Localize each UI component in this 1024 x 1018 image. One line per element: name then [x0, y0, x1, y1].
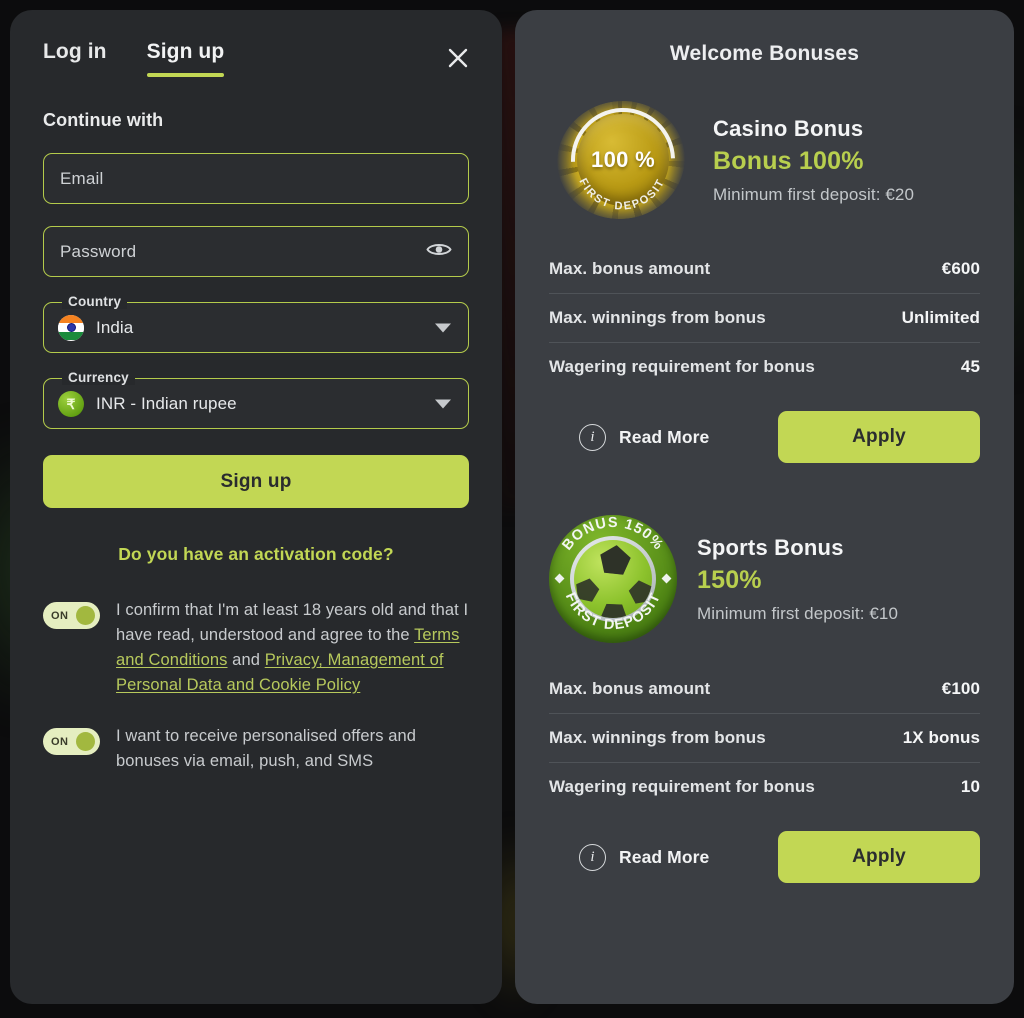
bonus-card-header: 100 % FIRST DEPOSIT Casino Bonus Bonus 1…: [548, 86, 980, 234]
chevron-down-icon[interactable]: [435, 323, 451, 332]
svg-text:FIRST DEPOSIT: FIRST DEPOSIT: [562, 590, 664, 633]
password-field[interactable]: Password: [43, 226, 469, 277]
apply-button[interactable]: Apply: [778, 831, 980, 883]
password-placeholder: Password: [60, 241, 137, 261]
bonus-card-header: BONUS 150% FIRST DEPOSIT Sports Bonus 15…: [549, 515, 980, 643]
stat-label: Max. bonus amount: [549, 679, 711, 698]
bonus-min-deposit: Minimum first deposit: €10: [697, 603, 899, 623]
bonus-card-casino: 100 % FIRST DEPOSIT Casino Bonus Bonus 1…: [548, 86, 980, 463]
toggle-knob: [76, 606, 95, 625]
stat-value: €600: [941, 259, 980, 278]
eye-icon[interactable]: [426, 240, 452, 263]
email-field[interactable]: Email: [43, 153, 469, 204]
auth-tabs: Log in Sign up: [43, 40, 469, 77]
bonus-min-deposit: Minimum first deposit: €20: [713, 184, 915, 204]
currency-value: INR - Indian rupee: [96, 393, 237, 413]
bonus-stats-casino: Max. bonus amount €600 Max. winnings fro…: [549, 245, 980, 391]
stat-value: 45: [960, 357, 980, 376]
toggle-marketing[interactable]: ON: [43, 728, 100, 755]
bonus-actions-casino: i Read More Apply: [549, 411, 980, 463]
consent-age-terms-text: I confirm that I'm at least 18 years old…: [116, 598, 469, 698]
bonus-amount: Bonus 100%: [713, 146, 864, 175]
read-more-label: Read More: [619, 846, 710, 867]
read-more-label: Read More: [619, 426, 710, 447]
bonus-panel-title: Welcome Bonuses: [669, 42, 860, 65]
bonus-actions-sports: i Read More Apply: [549, 831, 980, 883]
badge-arc-texts: BONUS 150% FIRST DEPOSIT: [559, 515, 666, 633]
stat-value: €100: [941, 679, 980, 698]
toggle-age-terms[interactable]: ON: [43, 602, 100, 629]
stat-value: Unlimited: [901, 308, 980, 327]
toggle-state-label: ON: [51, 609, 69, 622]
svg-text:FIRST DEPOSIT: FIRST DEPOSIT: [576, 177, 667, 213]
badge-arc-bottom-text: FIRST DEPOSIT: [562, 590, 663, 633]
country-legend: Country: [62, 294, 128, 309]
tab-log-in[interactable]: Log in: [43, 40, 107, 77]
currency-select[interactable]: Currency ₹ INR - Indian rupee: [43, 370, 469, 429]
currency-legend: Currency: [62, 370, 135, 385]
info-icon: i: [579, 843, 606, 871]
green-football-badge-icon: BONUS 150% FIRST DEPOSIT: [549, 515, 677, 643]
bonus-name: Casino Bonus: [713, 115, 864, 141]
country-value: India: [96, 317, 134, 337]
toggle-state-label: ON: [51, 735, 69, 748]
stat-row: Max. bonus amount €600: [549, 245, 980, 294]
bonus-panel: Welcome Bonuses 100 % FIRST DEPOSIT Casi…: [515, 10, 1014, 1004]
stat-value: 1X bonus: [902, 728, 980, 747]
stat-value: 10: [960, 777, 980, 796]
stat-row: Max. bonus amount €100: [549, 665, 980, 714]
bonus-stats-sports: Max. bonus amount €100 Max. winnings fro…: [549, 665, 980, 811]
stat-row: Wagering requirement for bonus 45: [549, 343, 980, 391]
stat-label: Wagering requirement for bonus: [549, 777, 815, 796]
bonus-info-sports: Sports Bonus 150% Minimum first deposit:…: [697, 535, 980, 624]
close-icon[interactable]: [443, 43, 473, 73]
stat-row: Wagering requirement for bonus 10: [549, 763, 980, 811]
stat-label: Max. bonus amount: [549, 259, 711, 278]
consent-marketing: ON I want to receive personalised offers…: [43, 724, 469, 774]
bonus-card-sports: BONUS 150% FIRST DEPOSIT Sports Bonus 15…: [549, 515, 980, 883]
badge-arc-top-text: BONUS 150%: [559, 515, 665, 554]
stat-row: Max. winnings from bonus Unlimited: [549, 294, 980, 343]
badge-arc-bottom: FIRST DEPOSIT: [576, 177, 667, 213]
bonus-amount: 150%: [697, 565, 762, 594]
consent-marketing-text: I want to receive personalised offers an…: [116, 727, 417, 770]
stat-label: Max. winnings from bonus: [549, 308, 766, 327]
modal-stage: Log in Sign up Continue with Email Passw…: [0, 0, 1024, 1018]
india-flag-icon: [58, 314, 84, 341]
country-select[interactable]: Country India: [43, 294, 469, 353]
tab-sign-up[interactable]: Sign up: [146, 40, 225, 77]
bonus-info-casino: Casino Bonus Bonus 100% Minimum first de…: [713, 116, 980, 205]
activation-code-link[interactable]: Do you have an activation code?: [43, 544, 469, 565]
read-more-button[interactable]: i Read More: [549, 423, 710, 451]
toggle-knob: [76, 732, 95, 751]
badge-arc-bottom-text: FIRST DEPOSIT: [576, 177, 665, 213]
gold-coin-badge-icon: 100 % FIRST DEPOSIT: [548, 86, 697, 234]
consent-text-part: and: [227, 651, 265, 669]
chevron-down-icon[interactable]: [435, 399, 451, 408]
apply-button[interactable]: Apply: [778, 411, 980, 463]
stat-label: Wagering requirement for bonus: [549, 357, 815, 376]
continue-with-label: Continue with: [43, 110, 164, 130]
consent-age-terms: ON I confirm that I'm at least 18 years …: [43, 598, 469, 698]
read-more-button[interactable]: i Read More: [549, 843, 710, 871]
svg-text:BONUS 150%: BONUS 150%: [559, 515, 666, 554]
stat-label: Max. winnings from bonus: [549, 728, 766, 747]
auth-panel: Log in Sign up Continue with Email Passw…: [10, 10, 502, 1004]
sign-up-button[interactable]: Sign up: [43, 455, 469, 508]
email-placeholder: Email: [60, 168, 104, 188]
info-icon: i: [579, 423, 606, 451]
bonus-name: Sports Bonus: [697, 534, 844, 560]
stat-row: Max. winnings from bonus 1X bonus: [549, 714, 980, 763]
rupee-icon: ₹: [58, 390, 84, 417]
